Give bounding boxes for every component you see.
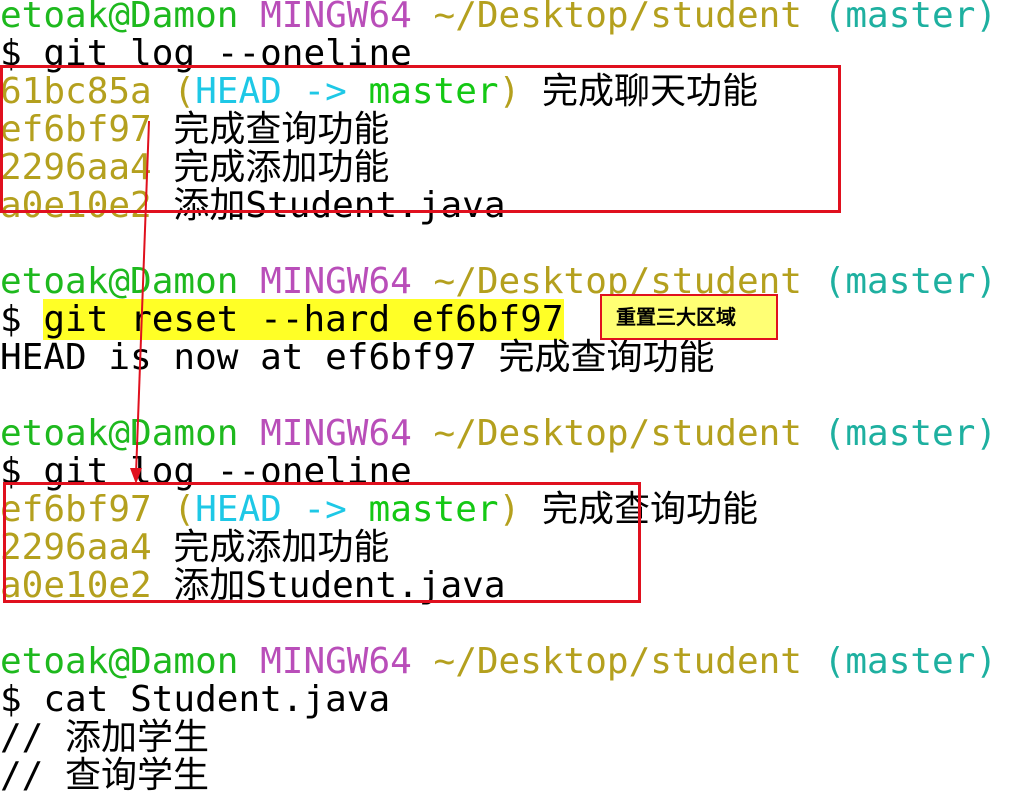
annotation-arrow	[130, 120, 150, 484]
arrow-shaft	[135, 120, 150, 475]
arrow-head	[130, 468, 142, 484]
